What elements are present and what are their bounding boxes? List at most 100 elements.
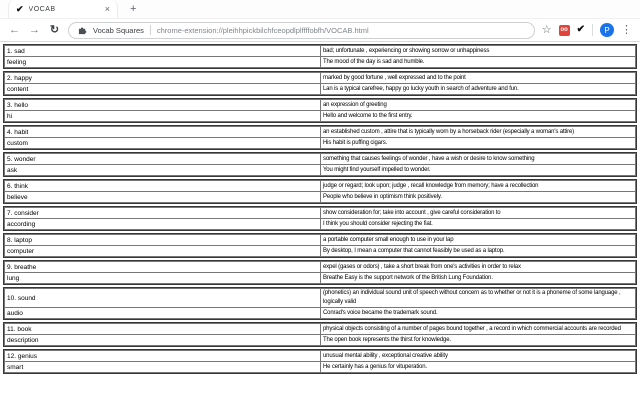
vocab-example-cell: He certainly has a genius for vituperati… <box>320 361 636 373</box>
close-tab-icon[interactable]: × <box>105 4 110 14</box>
tab-strip: ✔ VOCAB × + <box>0 0 640 19</box>
browser-toolbar: ← → ↻ Vocab Squares chrome-extension://p… <box>0 19 640 42</box>
vocab-entry-table: 4. habit an established custom , attire t… <box>4 126 636 149</box>
vocab-entry-group: 9. breathe expel (gases or odors) , take … <box>3 260 637 285</box>
vocab-definition-cell: (phonetics) an individual sound unit of … <box>320 288 636 308</box>
vocab-term-cell: 6. think <box>4 180 321 192</box>
vocab-definition-cell: an expression of greeting <box>320 99 636 111</box>
tab-vocab[interactable]: ✔ VOCAB × <box>8 0 118 18</box>
vocab-term-cell: 11. book <box>4 323 321 335</box>
vocab-hint-cell: audio <box>4 307 321 319</box>
vocab-entry-group: 10. sound (phonetics) an individual sound… <box>3 287 637 320</box>
vocab-hint-cell: custom <box>4 137 321 149</box>
vocab-entry-group: 1. sad bad; unfortunate , experiencing or… <box>3 44 637 69</box>
vocab-hint-cell: hi <box>4 110 321 122</box>
table-row: 2. happy marked by good fortune , well ex… <box>4 72 636 84</box>
vocab-entry-group: 2. happy marked by good fortune , well ex… <box>3 71 637 96</box>
toolbar-divider <box>592 24 593 36</box>
table-row: 8. laptop a portable computer small enoug… <box>4 234 636 246</box>
tab-title: VOCAB <box>28 5 56 13</box>
vocab-term-cell: 7. consider <box>4 207 321 219</box>
table-row: audio Conrad's voice became the trademark… <box>4 307 636 319</box>
reload-button[interactable]: ↻ <box>48 24 61 36</box>
vocab-example-cell: You might find yourself impelled to wond… <box>320 164 636 176</box>
vocab-term-cell: 4. habit <box>4 126 321 138</box>
vocab-term-cell: 8. laptop <box>4 234 321 246</box>
vocab-definition-cell: expel (gases or odors) , take a short br… <box>320 261 636 273</box>
vocab-definition-cell: unusual mental ability , exceptional cre… <box>320 350 636 362</box>
vocab-term-cell: 10. sound <box>4 288 321 308</box>
vocab-example-cell: His habit is puffing cigars. <box>320 137 636 149</box>
table-row: custom His habit is puffing cigars. <box>4 137 636 149</box>
vocab-table: 1. sad bad; unfortunate , experiencing or… <box>0 42 640 374</box>
table-row: 6. think judge or regard; look upon; judg… <box>4 180 636 192</box>
vocab-entry-table: 3. hello an expression of greeting hi Hello… <box>4 99 636 122</box>
table-row: 10. sound (phonetics) an individual sound… <box>4 288 636 308</box>
extension-checkmark-icon[interactable]: ✔ <box>577 25 585 35</box>
table-row: content Lan is a typical carefree, happy … <box>4 83 636 95</box>
table-row: 12. genius unusual mental ability , excep… <box>4 350 636 362</box>
vocab-example-cell: People who believe in optimism think pos… <box>320 191 636 203</box>
vocab-definition-cell: bad; unfortunate , experiencing or showi… <box>320 45 636 57</box>
address-bar[interactable]: Vocab Squares chrome-extension://pleihhp… <box>68 21 535 39</box>
vocab-entry-table: 7. consider show consideration for; take … <box>4 207 636 230</box>
vocab-example-cell: Lan is a typical carefree, happy go luck… <box>320 83 636 95</box>
forward-button[interactable]: → <box>28 24 41 36</box>
vocab-term-cell: 1. sad <box>4 45 321 57</box>
vocab-example-cell: By desktop, I mean a computer that canno… <box>320 245 636 257</box>
vocab-definition-cell: a portable computer small enough to use … <box>320 234 636 246</box>
table-row: 4. habit an established custom , attire t… <box>4 126 636 138</box>
vocab-example-cell: I think you should consider rejecting th… <box>320 218 636 230</box>
vocab-entry-group: 7. consider show consideration for; take … <box>3 206 637 231</box>
table-row: hi Hello and welcome to the first entry. <box>4 110 636 122</box>
vocab-term-cell: 12. genius <box>4 350 321 362</box>
vocab-definition-cell: marked by good fortune , well expressed … <box>320 72 636 84</box>
vocab-example-cell: The open book represents the thirst for … <box>320 334 636 346</box>
vocab-entry-group: 3. hello an expression of greeting hi Hello… <box>3 98 637 123</box>
extension-puzzle-icon <box>78 26 87 35</box>
vocab-definition-cell: judge or regard; look upon; judge , reca… <box>320 180 636 192</box>
vocab-entry-table: 6. think judge or regard; look upon; judg… <box>4 180 636 203</box>
vocab-entry-group: 6. think judge or regard; look upon; judg… <box>3 179 637 204</box>
vocab-example-cell: Hello and welcome to the first entry. <box>320 110 636 122</box>
vocab-hint-cell: description <box>4 334 321 346</box>
vocab-entry-table: 8. laptop a portable computer small enoug… <box>4 234 636 257</box>
extension-red-icon[interactable]: oo <box>558 24 570 36</box>
omnibox-divider <box>149 25 151 35</box>
vocab-entry-table: 12. genius unusual mental ability , excep… <box>4 350 636 373</box>
bookmark-star-icon[interactable]: ☆ <box>542 24 552 36</box>
new-tab-button[interactable]: + <box>130 3 136 15</box>
table-row: 11. book physical objects consisting of a… <box>4 323 636 335</box>
vocab-hint-cell: according <box>4 218 321 230</box>
browser-menu-icon[interactable]: ⋮ <box>621 24 632 36</box>
url-text: chrome-extension://pleihhpickbilchfceopd… <box>156 25 369 35</box>
vocab-term-cell: 3. hello <box>4 99 321 111</box>
vocab-entry-table: 10. sound (phonetics) an individual sound… <box>4 288 636 319</box>
table-row: ask You might find yourself impelled to w… <box>4 164 636 176</box>
table-row: smart He certainly has a genius for vitup… <box>4 361 636 373</box>
table-row: 1. sad bad; unfortunate , experiencing or… <box>4 45 636 57</box>
browser-window: ✔ VOCAB × + ← → ↻ Vocab Squares chrome-e… <box>0 0 640 400</box>
vocab-entry-table: 9. breathe expel (gases or odors) , take … <box>4 261 636 284</box>
vocab-entry-group: 11. book physical objects consisting of a… <box>3 322 637 347</box>
vocab-definition-cell: show consideration for; take into accoun… <box>320 207 636 219</box>
vocab-hint-cell: computer <box>4 245 321 257</box>
table-row: according I think you should consider rej… <box>4 218 636 230</box>
vocab-example-cell: Breathe Easy is the support network of t… <box>320 272 636 284</box>
vocab-entry-group: 12. genius unusual mental ability , excep… <box>3 349 637 374</box>
table-row: believe People who believe in optimism th… <box>4 191 636 203</box>
vocab-entry-table: 11. book physical objects consisting of a… <box>4 323 636 346</box>
vocab-definition-cell: physical objects consisting of a number … <box>320 323 636 335</box>
table-row: 3. hello an expression of greeting <box>4 99 636 111</box>
vocab-example-cell: Conrad's voice became the trademark soun… <box>320 307 636 319</box>
vocab-entry-table: 1. sad bad; unfortunate , experiencing or… <box>4 45 636 68</box>
vocab-term-cell: 9. breathe <box>4 261 321 273</box>
vocab-hint-cell: ask <box>4 164 321 176</box>
profile-avatar[interactable]: P <box>600 23 614 37</box>
vocab-example-cell: The mood of the day is sad and humble. <box>320 56 636 68</box>
vocab-hint-cell: believe <box>4 191 321 203</box>
extension-name-label: Vocab Squares <box>93 25 144 35</box>
vocab-term-cell: 5. wonder <box>4 153 321 165</box>
back-button[interactable]: ← <box>8 24 21 36</box>
vocab-entry-table: 5. wonder something that causes feelings … <box>4 153 636 176</box>
